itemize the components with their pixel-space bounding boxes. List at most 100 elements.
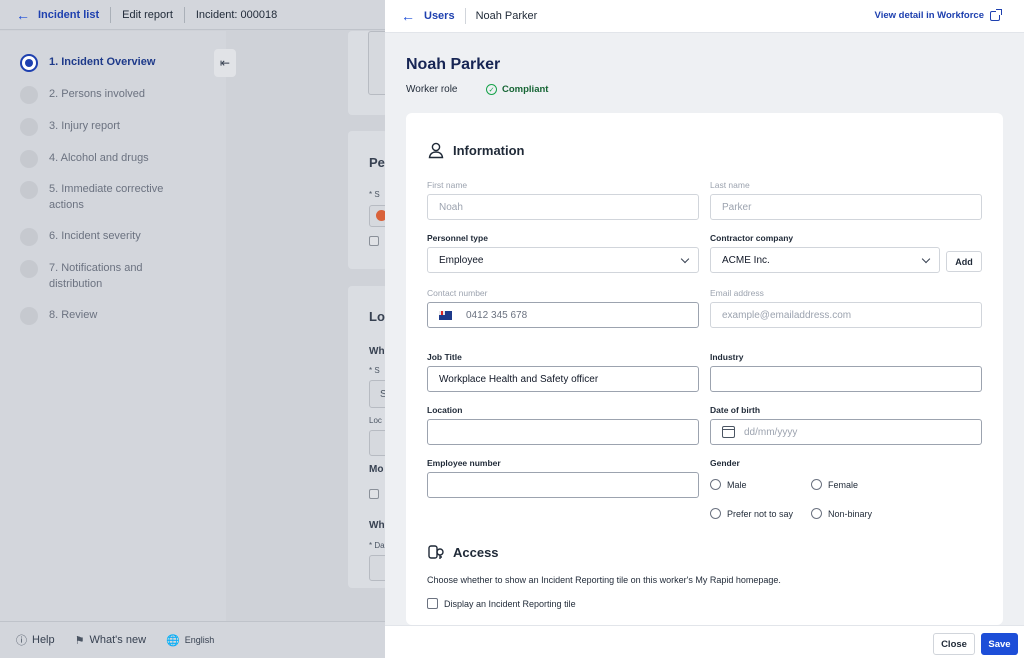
date-of-birth-placeholder: dd/mm/yyyy bbox=[744, 426, 798, 438]
background-checkbox-2 bbox=[369, 489, 379, 499]
step-indicator-icon bbox=[20, 118, 38, 136]
job-title-field[interactable]: Workplace Health and Safety officer bbox=[427, 366, 699, 392]
add-contractor-button[interactable]: Add bbox=[946, 251, 982, 272]
access-title-text: Access bbox=[453, 544, 499, 560]
background-label-s2: * S bbox=[369, 366, 380, 375]
display-tile-checkbox[interactable] bbox=[427, 598, 438, 609]
email-placeholder: example@emailaddress.com bbox=[722, 309, 852, 321]
check-circle-icon: ✓ bbox=[486, 84, 497, 95]
step-label: 6. Incident severity bbox=[49, 230, 141, 242]
gender-radio-female[interactable]: Female bbox=[811, 479, 858, 490]
step-indicator-icon bbox=[20, 86, 38, 104]
email-address-field[interactable]: example@emailaddress.com bbox=[710, 302, 982, 328]
collapse-sidebar-icon[interactable]: ⇤ bbox=[214, 49, 236, 77]
step-label: 1. Incident Overview bbox=[49, 56, 156, 68]
globe-icon: 🌐 bbox=[166, 634, 180, 647]
radio-circle[interactable] bbox=[811, 508, 822, 519]
location-label: Location bbox=[427, 405, 463, 415]
step-indicator-icon bbox=[20, 228, 38, 246]
gender-radio-non-binary[interactable]: Non-binary bbox=[811, 508, 872, 519]
step-injury-report[interactable]: 3. Injury report bbox=[20, 118, 189, 136]
calendar-icon[interactable] bbox=[722, 426, 735, 438]
help-link[interactable]: ⓘ Help bbox=[16, 632, 55, 648]
background-label-s: * S bbox=[369, 190, 380, 199]
display-tile-checkbox-label: Display an Incident Reporting tile bbox=[444, 598, 576, 609]
access-key-icon bbox=[428, 545, 444, 559]
step-immediate-corrective-actions[interactable]: 5. Immediate corrective actions bbox=[20, 181, 189, 213]
step-label: 4. Alcohol and drugs bbox=[49, 152, 149, 164]
view-detail-in-workforce-link[interactable]: View detail in Workforce bbox=[874, 8, 1002, 21]
radio-circle[interactable] bbox=[710, 508, 721, 519]
save-button[interactable]: Save bbox=[981, 633, 1018, 655]
step-incident-severity[interactable]: 6. Incident severity bbox=[20, 228, 189, 246]
radio-circle[interactable] bbox=[811, 479, 822, 490]
view-detail-label: View detail in Workforce bbox=[874, 10, 984, 21]
last-name-label: Last name bbox=[710, 180, 750, 190]
breadcrumb-user-name: Noah Parker bbox=[475, 10, 538, 22]
step-label: 5. Immediate corrective actions bbox=[49, 183, 164, 211]
whats-new-link[interactable]: ⚑ What's new bbox=[75, 634, 146, 647]
back-arrow-icon[interactable]: ← bbox=[401, 8, 415, 24]
personnel-type-select[interactable]: Employee bbox=[427, 247, 699, 273]
background-heading-lo: Lo bbox=[369, 309, 385, 324]
personnel-type-label: Personnel type bbox=[427, 233, 488, 243]
step-indicator-icon bbox=[20, 150, 38, 168]
gender-option-label: Female bbox=[828, 479, 859, 490]
personnel-type-value: Employee bbox=[439, 254, 484, 266]
language-label: English bbox=[184, 635, 215, 645]
step-indicator-icon bbox=[20, 260, 38, 278]
contact-number-field[interactable]: 0412 345 678 bbox=[427, 302, 699, 328]
radio-circle[interactable] bbox=[710, 479, 721, 490]
drawer-footer: Close Save bbox=[385, 625, 1024, 658]
step-notifications-and-distribution[interactable]: 7. Notifications and distribution bbox=[20, 260, 189, 292]
language-selector[interactable]: 🌐 English bbox=[166, 634, 214, 647]
incident-id: Incident: 000018 bbox=[195, 8, 278, 21]
chevron-down-icon bbox=[921, 254, 931, 264]
step-indicator-icon bbox=[20, 181, 38, 199]
users-link[interactable]: Users bbox=[424, 10, 455, 22]
gender-option-label: Prefer not to say bbox=[727, 508, 794, 519]
location-field[interactable] bbox=[427, 419, 699, 445]
compliant-badge: ✓ Compliant bbox=[486, 84, 548, 95]
industry-field[interactable] bbox=[710, 366, 982, 392]
help-label: Help bbox=[32, 634, 55, 646]
chevron-down-icon bbox=[680, 254, 690, 264]
background-heading-pe: Pe bbox=[369, 155, 385, 170]
external-link-icon bbox=[990, 8, 1002, 21]
gender-option-label: Male bbox=[727, 479, 747, 490]
step-persons-involved[interactable]: 2. Persons involved bbox=[20, 86, 189, 104]
step-indicator-icon bbox=[20, 54, 38, 72]
breadcrumb-divider bbox=[464, 8, 466, 24]
employee-number-field[interactable] bbox=[427, 472, 699, 498]
person-name-title: Noah Parker bbox=[406, 56, 501, 73]
step-alcohol-and-drugs[interactable]: 4. Alcohol and drugs bbox=[20, 150, 189, 168]
incident-list-link[interactable]: Incident list bbox=[38, 9, 99, 21]
contact-number-value: 0412 345 678 bbox=[466, 309, 528, 321]
gender-radio-prefer-not-to-say[interactable]: Prefer not to say bbox=[710, 508, 793, 519]
worker-role-label: Worker role bbox=[406, 84, 458, 95]
australia-flag-icon bbox=[439, 310, 452, 320]
first-name-value: Noah bbox=[439, 201, 463, 213]
background-label-wh2: Wh bbox=[369, 520, 385, 531]
employee-number-label: Employee number bbox=[427, 458, 501, 468]
first-name-field[interactable]: Noah bbox=[427, 194, 699, 220]
display-tile-checkbox-row[interactable]: Display an Incident Reporting tile bbox=[427, 598, 576, 609]
date-of-birth-field[interactable]: dd/mm/yyyy bbox=[710, 419, 982, 445]
step-label: 3. Injury report bbox=[49, 120, 120, 132]
contractor-company-value: ACME Inc. bbox=[722, 254, 770, 266]
industry-label: Industry bbox=[710, 352, 744, 362]
step-label: 2. Persons involved bbox=[49, 88, 145, 100]
step-label: 7. Notifications and distribution bbox=[49, 262, 143, 290]
gender-radio-male[interactable]: Male bbox=[710, 479, 747, 490]
step-review[interactable]: 8. Review bbox=[20, 307, 189, 325]
information-title-text: Information bbox=[453, 142, 525, 158]
contractor-company-select[interactable]: ACME Inc. bbox=[710, 247, 940, 273]
background-card-persons bbox=[348, 131, 388, 269]
step-incident-overview[interactable]: 1. Incident Overview bbox=[20, 54, 189, 72]
whats-new-label: What's new bbox=[89, 634, 147, 646]
back-arrow-icon[interactable]: ← bbox=[16, 7, 30, 23]
last-name-field[interactable]: Parker bbox=[710, 194, 982, 220]
gender-option-label: Non-binary bbox=[828, 508, 873, 519]
close-button[interactable]: Close bbox=[933, 633, 975, 655]
compliant-label: Compliant bbox=[502, 84, 549, 95]
